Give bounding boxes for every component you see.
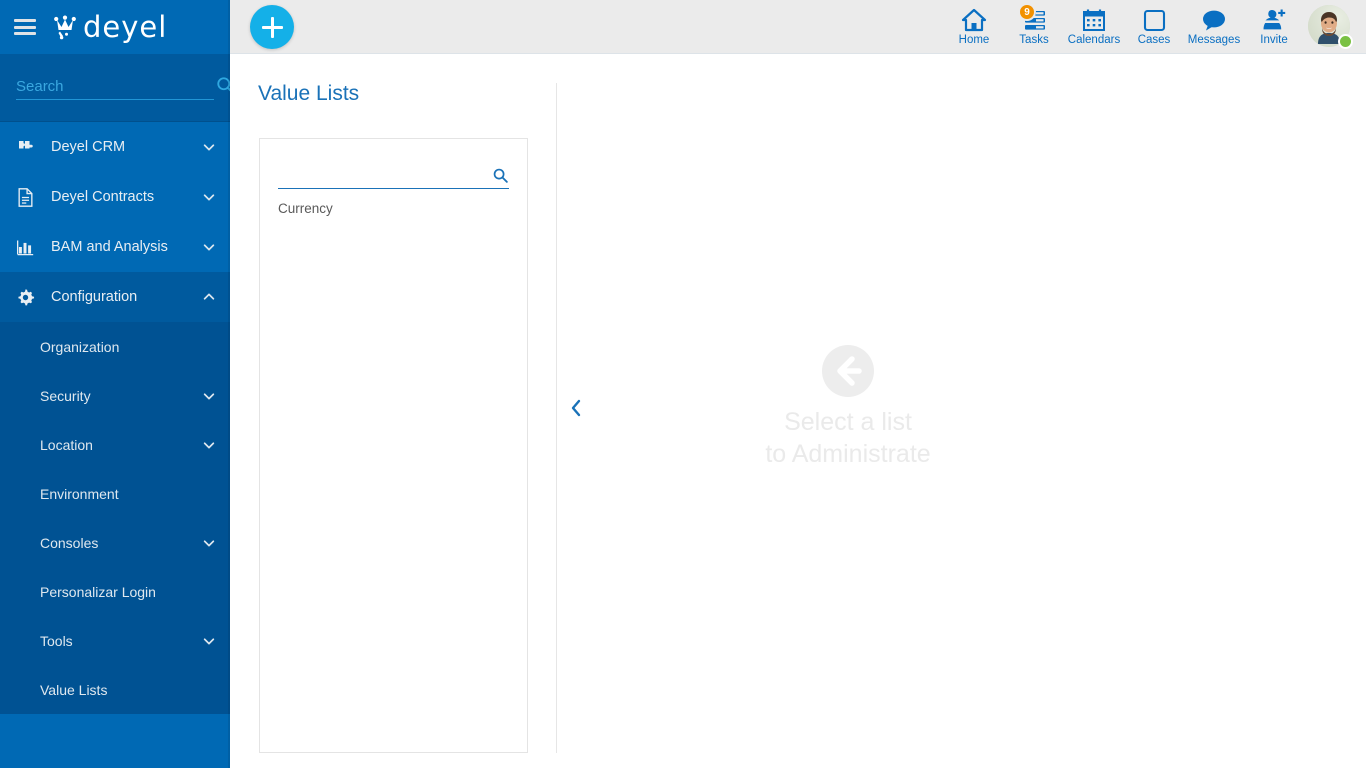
sidebar-item-location[interactable]: Location: [0, 420, 230, 469]
sidebar-header: deyel: [0, 0, 230, 54]
sidebar-item-label: Deyel Contracts: [51, 189, 155, 205]
topnav-label: Tasks: [1019, 34, 1049, 47]
topnav-messages[interactable]: Messages: [1184, 0, 1244, 54]
chevron-down-icon[interactable]: [202, 438, 216, 452]
topnav-label: Home: [958, 34, 990, 47]
sidebar-search-box[interactable]: [16, 75, 234, 100]
chat-bubble-icon: [1201, 7, 1227, 33]
sidebar-item-label: Deyel CRM: [51, 139, 126, 155]
sidebar-item-configuration[interactable]: Configuration: [0, 272, 230, 322]
topnav-label: Calendars: [1067, 34, 1121, 47]
puzzle-icon: [14, 137, 36, 157]
gear-icon: [14, 287, 36, 307]
hamburger-icon[interactable]: [14, 19, 36, 35]
sidebar: deyel Deyel CRM: [0, 0, 234, 768]
add-button[interactable]: [250, 5, 294, 49]
sidebar-filler: [0, 714, 230, 762]
brand-logo[interactable]: deyel: [52, 9, 168, 44]
person-add-icon: [1262, 7, 1286, 33]
sidebar-item-bam-and-analysis[interactable]: BAM and Analysis: [0, 222, 230, 272]
topnav-label: Cases: [1137, 34, 1171, 47]
page-title: Value Lists: [258, 82, 360, 105]
chevron-down-icon[interactable]: [202, 634, 216, 648]
sidebar-item-label: Personalizar Login: [40, 583, 156, 600]
list-search-box[interactable]: [278, 161, 509, 189]
topbar-nav: Home 9 Tasks Calendars Cases Messages In…: [944, 0, 1358, 54]
sidebar-item-personalizar-login[interactable]: Personalizar Login: [0, 567, 230, 616]
empty-state-line2: to Administrate: [765, 440, 931, 468]
bar-chart-icon: [14, 237, 36, 257]
sidebar-item-organization[interactable]: Organization: [0, 322, 230, 371]
avatar[interactable]: [1308, 5, 1353, 49]
sidebar-item-label: BAM and Analysis: [51, 239, 168, 255]
sidebar-item-label: Consoles: [40, 534, 99, 551]
topbar: Home 9 Tasks Calendars Cases Messages In…: [230, 0, 1366, 54]
sidebar-item-label: Value Lists: [40, 681, 108, 698]
topnav-label: Messages: [1187, 34, 1241, 47]
tasks-icon: 9: [1018, 3, 1047, 33]
chevron-down-icon[interactable]: [202, 140, 216, 154]
sidebar-item-environment[interactable]: Environment: [0, 469, 230, 518]
topnav-home[interactable]: Home: [944, 0, 1004, 54]
sidebar-item-tools[interactable]: Tools: [0, 616, 230, 665]
sidebar-item-consoles[interactable]: Consoles: [0, 518, 230, 567]
sidebar-item-label: Location: [40, 436, 93, 453]
main-content: Value Lists Currency Select a list to Ad…: [230, 54, 1366, 768]
sidebar-item-security[interactable]: Security: [0, 371, 230, 420]
list-item-label: Currency: [278, 201, 333, 216]
empty-state-line1: Select a list: [784, 408, 912, 436]
collapse-panel-button[interactable]: [565, 394, 587, 422]
sidebar-item-value-lists[interactable]: Value Lists: [0, 665, 230, 714]
topnav-cases[interactable]: Cases: [1124, 0, 1184, 54]
configuration-submenu: Organization Security Location Environme…: [0, 322, 230, 714]
topnav-invite[interactable]: Invite: [1244, 0, 1304, 54]
value-lists-panel: Currency: [259, 138, 528, 753]
home-icon: [961, 7, 987, 33]
sidebar-nav: Deyel CRM Deyel Contracts BAM and Analys…: [0, 122, 230, 762]
list-search-input[interactable]: [278, 168, 492, 184]
sidebar-item-label: Environment: [40, 485, 119, 502]
sidebar-item-label: Security: [40, 387, 91, 404]
app-root: deyel Deyel CRM: [0, 0, 1366, 768]
topnav-tasks[interactable]: 9 Tasks: [1004, 0, 1064, 54]
chevron-down-icon[interactable]: [202, 536, 216, 550]
calendar-icon: [1082, 7, 1106, 33]
status-indicator-online: [1338, 34, 1353, 49]
arrow-left-circle-icon: [821, 345, 874, 397]
topnav-label: Invite: [1260, 34, 1288, 47]
search-icon[interactable]: [492, 167, 509, 184]
list-item[interactable]: Currency: [260, 189, 527, 228]
sidebar-item-deyel-crm[interactable]: Deyel CRM: [0, 122, 230, 172]
sidebar-item-label: Configuration: [51, 289, 138, 305]
sidebar-item-label: Organization: [40, 338, 120, 355]
sidebar-item-label: Tools: [40, 632, 73, 649]
panel-divider: [556, 83, 557, 753]
document-icon: [14, 187, 36, 207]
chevron-up-icon[interactable]: [202, 290, 216, 304]
chevron-down-icon[interactable]: [202, 190, 216, 204]
sidebar-item-deyel-contracts[interactable]: Deyel Contracts: [0, 172, 230, 222]
chevron-down-icon[interactable]: [202, 389, 216, 403]
chevron-left-icon: [571, 399, 581, 417]
plus-icon-bar: [261, 25, 283, 29]
chevron-down-icon[interactable]: [202, 240, 216, 254]
deyel-crown-icon: [54, 15, 76, 40]
case-square-icon: [1143, 7, 1166, 33]
search-input[interactable]: [16, 78, 215, 95]
topnav-calendars[interactable]: Calendars: [1064, 0, 1124, 54]
sidebar-search-zone: [0, 54, 234, 122]
brand-name: deyel: [83, 9, 168, 44]
